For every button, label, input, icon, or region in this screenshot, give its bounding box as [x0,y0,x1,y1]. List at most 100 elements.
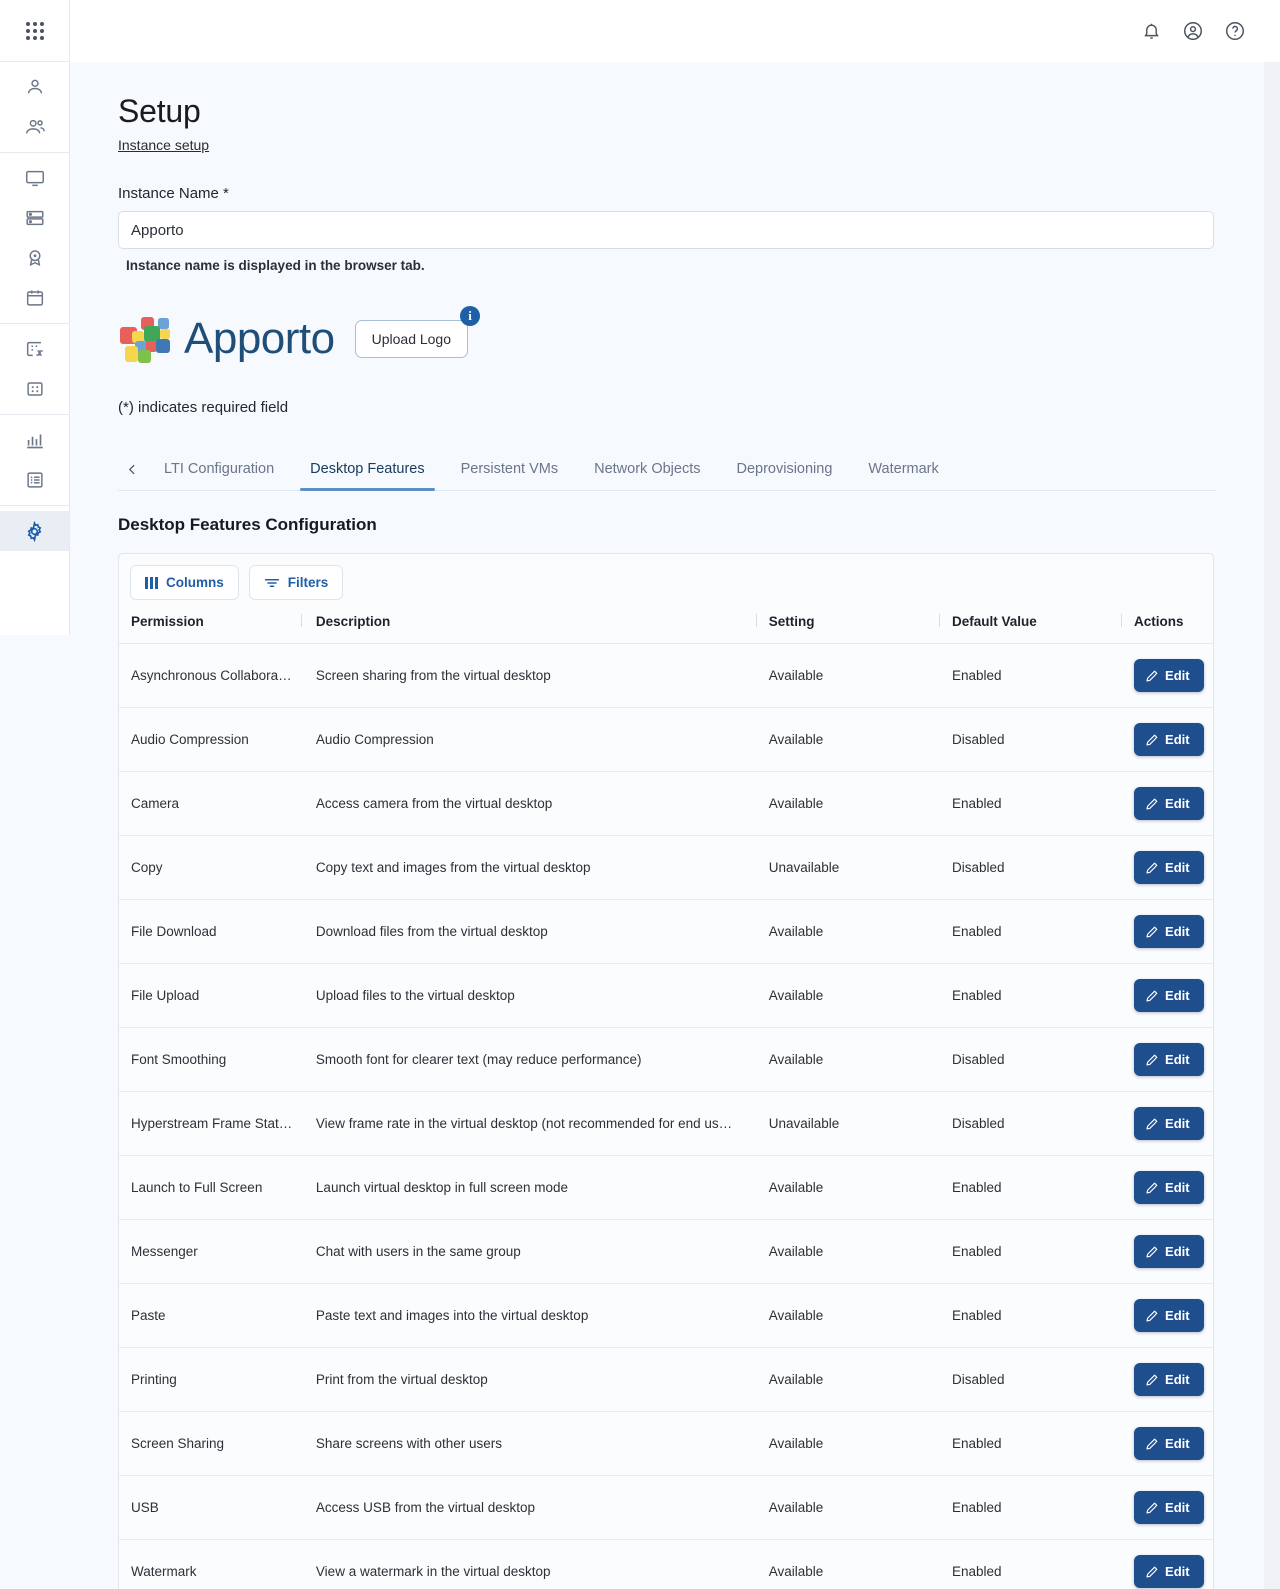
tab-desktop-features[interactable]: Desktop Features [292,451,442,492]
cell-permission: Launch to Full Screen [119,1155,301,1221]
edit-button[interactable]: Edit [1134,1235,1204,1269]
edit-button[interactable]: Edit [1134,723,1204,757]
cell-actions: Edit [1121,1091,1213,1157]
edit-button-label: Edit [1165,1180,1190,1196]
sidebar-item-groups[interactable] [0,107,69,147]
tab-network-objects[interactable]: Network Objects [576,451,718,490]
permission-text: Hyperstream Frame Stat… [131,1116,293,1132]
logo-section: Apporto Upload Logo i [118,306,1216,371]
column-header-setting-label: Setting [768,614,815,630]
permission-text: Printing [131,1372,177,1388]
edit-button[interactable]: Edit [1134,659,1204,693]
sidebar-item-users[interactable] [0,67,69,107]
cell-permission: Screen Sharing [119,1411,301,1477]
edit-button[interactable]: Edit [1134,1491,1204,1525]
edit-button[interactable]: Edit [1134,851,1204,885]
cell-default-value: Enabled [938,1475,1122,1541]
sidebar-item-reports[interactable] [0,460,69,500]
tabs-scroll-left-button[interactable] [118,448,146,490]
cell-actions: Edit [1121,771,1213,837]
column-header-actions[interactable]: Actions [1121,608,1213,645]
edit-button[interactable]: Edit [1134,1043,1204,1077]
sidebar-group-people [0,62,69,153]
sidebar-item-schedule[interactable] [0,278,69,318]
edit-button[interactable]: Edit [1134,1427,1204,1461]
link-card-icon [26,341,43,357]
badge-award-icon [29,250,40,267]
page-scrollbar[interactable] [1264,62,1280,1589]
cell-default-value: Enabled [938,1155,1122,1221]
cell-default-value: Enabled [938,899,1122,965]
cell-actions: Edit [1121,1283,1213,1349]
sidebar-item-applications[interactable] [0,369,69,409]
pencil-icon [1146,1118,1158,1130]
upload-logo-button[interactable]: Upload Logo [354,320,469,359]
description-text: Access camera from the virtual desktop [315,796,553,812]
edit-button[interactable]: Edit [1134,1363,1204,1397]
apps-grid-icon [25,21,44,40]
tab-deprovisioning[interactable]: Deprovisioning [718,451,850,490]
notifications-bell-icon [1143,23,1159,39]
cell-permission: Asynchronous Collabora… [119,643,301,709]
edit-button[interactable]: Edit [1134,979,1204,1013]
sidebar-item-integrations[interactable] [0,329,69,369]
edit-button[interactable]: Edit [1134,787,1204,821]
table-row: File Upload Upload files to the virtual d… [119,963,1213,1029]
edit-button[interactable]: Edit [1134,1107,1204,1141]
description-text: Screen sharing from the virtual desktop [315,668,551,684]
column-header-default-value[interactable]: Default Value [938,608,1122,645]
apps-tile-icon [26,382,43,396]
pencil-icon [1146,1054,1158,1066]
sidebar-item-analytics[interactable] [0,420,69,460]
notifications-bell-button[interactable] [1136,16,1166,46]
cell-actions: Edit [1121,1539,1213,1589]
column-header-setting[interactable]: Setting [755,608,939,645]
sidebar-item-setup[interactable] [0,511,69,551]
cell-description: Smooth font for clearer text (may reduce… [300,1027,756,1093]
columns-button[interactable]: Columns [130,565,239,601]
account-button[interactable] [1178,16,1208,46]
tab-persistent-vms[interactable]: Persistent VMs [443,451,577,490]
account-circle-icon [1184,22,1202,40]
sidebar-item-servers[interactable] [0,198,69,238]
top-app-bar [70,0,1280,62]
permission-text: Camera [131,796,180,812]
cell-default-value: Disabled [938,1091,1122,1157]
cell-permission: File Upload [119,963,301,1029]
app-launcher-button[interactable] [0,0,69,62]
sidebar-item-licenses[interactable] [0,238,69,278]
cell-setting: Available [755,1155,939,1221]
list-report-icon [26,472,43,488]
pencil-icon [1146,1246,1158,1258]
edit-button[interactable]: Edit [1134,1299,1204,1333]
help-button[interactable] [1220,16,1250,46]
cell-default-value: Disabled [938,1027,1122,1093]
cell-permission: Watermark [119,1539,301,1589]
column-header-permission[interactable]: Permission [119,608,301,645]
cell-default-value: Enabled [938,1411,1122,1477]
filters-button[interactable]: Filters [248,565,344,601]
cell-setting: Available [755,1475,939,1541]
help-circle-icon [1226,22,1244,40]
cell-permission: Messenger [119,1219,301,1285]
permission-text: Watermark [131,1564,197,1580]
permission-text: Paste [131,1308,166,1324]
tab-lti-configuration[interactable]: LTI Configuration [146,451,292,490]
cell-permission: File Download [119,899,301,965]
edit-button[interactable]: Edit [1134,915,1204,949]
brand-wordmark: Apporto [184,314,335,364]
column-header-description[interactable]: Description [300,608,756,645]
edit-button[interactable]: Edit [1134,1171,1204,1205]
pencil-icon [1146,798,1158,810]
bar-chart-icon [26,434,43,449]
tab-watermark[interactable]: Watermark [850,451,956,490]
info-icon[interactable]: i [460,306,481,327]
table-row: Messenger Chat with users in the same gro… [119,1219,1213,1285]
edit-button[interactable]: Edit [1134,1555,1204,1589]
upload-logo-wrapper: Upload Logo i [354,306,481,359]
chevron-left-icon [128,464,135,474]
cell-description: Launch virtual desktop in full screen mo… [300,1155,756,1221]
sidebar-item-desktops[interactable] [0,158,69,198]
instance-name-input[interactable] [118,211,1214,250]
breadcrumb-instance-setup[interactable]: Instance setup [118,137,209,153]
